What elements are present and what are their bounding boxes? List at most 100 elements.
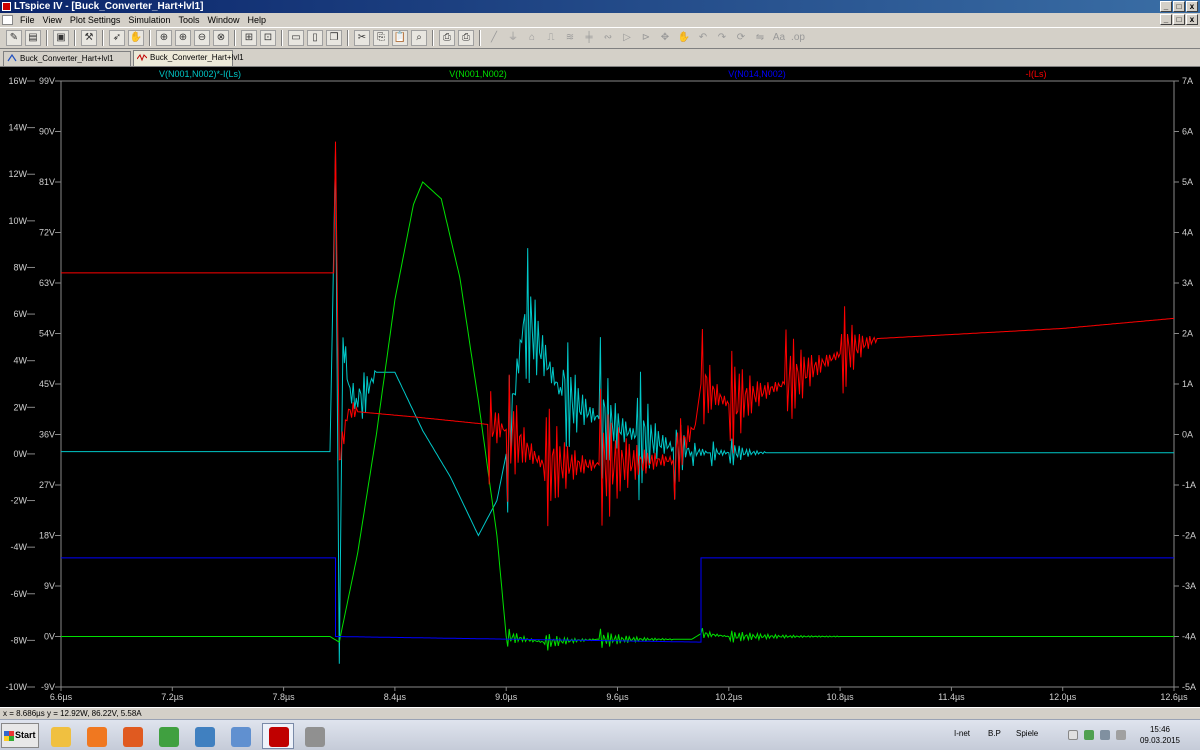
image-viewer-icon xyxy=(231,727,251,747)
y-tick-label-power: 8W xyxy=(14,262,28,272)
trace-label-vdiode[interactable]: V(N001,N002) xyxy=(449,69,507,79)
y-tick-label-voltage: 90V xyxy=(39,127,55,137)
y-tick-label-current: 6A xyxy=(1182,127,1193,137)
copy-icon[interactable]: ⎘ xyxy=(373,30,389,46)
undo-icon[interactable]: ↶ xyxy=(695,30,711,46)
menu-simulation[interactable]: Simulation xyxy=(124,13,174,27)
halt-icon[interactable]: ✋ xyxy=(128,30,144,46)
taskbar-app-image-viewer[interactable] xyxy=(224,723,256,749)
component-library-icon[interactable]: ⊳ xyxy=(638,30,654,46)
zoom-area-icon[interactable]: ⊕ xyxy=(156,30,172,46)
action-center-flag-icon[interactable] xyxy=(1068,730,1078,740)
taskbar-app-ltspice[interactable] xyxy=(262,723,294,749)
doc-close-button[interactable]: x xyxy=(1186,14,1198,25)
toolbar-inet[interactable]: I-net xyxy=(954,729,970,738)
system-clock[interactable]: 15:46 09.03.2015 xyxy=(1140,724,1180,746)
print-setup-icon[interactable]: ⎙ xyxy=(439,30,455,46)
menu-window[interactable]: Window xyxy=(203,13,243,27)
y-tick-label-voltage: 45V xyxy=(39,379,55,389)
redo-icon[interactable]: ↷ xyxy=(714,30,730,46)
autorange-icon[interactable]: ⊞ xyxy=(241,30,257,46)
menu-view[interactable]: View xyxy=(39,13,66,27)
resistor-icon[interactable]: ≋ xyxy=(562,30,578,46)
doc-minimize-button[interactable]: _ xyxy=(1160,14,1172,25)
start-label: Start xyxy=(15,730,36,740)
doc-restore-button[interactable]: □ xyxy=(1173,14,1185,25)
draw-wire-icon[interactable]: ╱ xyxy=(486,30,502,46)
toolbar-spiele[interactable]: Spiele xyxy=(1016,729,1038,738)
x-tick-label: 9.6µs xyxy=(606,692,629,702)
taskbar-app-shield-app[interactable] xyxy=(152,723,184,749)
run-icon[interactable]: ➶ xyxy=(109,30,125,46)
tab-schematic[interactable]: Buck_Converter_Hart+lvl1 xyxy=(3,51,131,66)
control-panel-icon[interactable]: ⚒ xyxy=(81,30,97,46)
minimize-button[interactable]: _ xyxy=(1160,1,1172,12)
trace-label-power[interactable]: V(N001,N002)*-I(Ls) xyxy=(159,69,241,79)
close-button[interactable]: x xyxy=(1186,1,1198,12)
y-tick-label-power: -10W xyxy=(5,682,27,692)
taskbar-app-tools[interactable] xyxy=(298,723,330,749)
ground-icon[interactable]: ⏚ xyxy=(505,30,521,46)
tile-horizontal-icon[interactable]: ▭ xyxy=(288,30,304,46)
capacitor-icon[interactable]: ╪ xyxy=(581,30,597,46)
volume-icon[interactable] xyxy=(1116,730,1126,740)
y-tick-label-voltage: 81V xyxy=(39,177,55,187)
trace-label-current[interactable]: -I(Ls) xyxy=(1026,69,1047,79)
find-icon[interactable]: ⌕ xyxy=(411,30,427,46)
pick-visible-traces-icon[interactable]: ⊡ xyxy=(260,30,276,46)
spice-directive-icon[interactable]: .op xyxy=(790,30,806,46)
cut-icon[interactable]: ✂ xyxy=(354,30,370,46)
trace-label-vgate[interactable]: V(N014,N002) xyxy=(728,69,786,79)
tile-vertical-icon[interactable]: ▯ xyxy=(307,30,323,46)
y-tick-label-voltage: -9V xyxy=(41,682,55,692)
toolbar-separator xyxy=(281,30,283,46)
y-tick-label-voltage: 54V xyxy=(39,329,55,339)
ltspice-icon xyxy=(269,727,289,747)
y-tick-label-current: -5A xyxy=(1182,682,1196,692)
taskbar-app-firefox[interactable] xyxy=(116,723,148,749)
cascade-icon[interactable]: ❐ xyxy=(326,30,342,46)
zoom-fit-icon[interactable]: ⊗ xyxy=(213,30,229,46)
rotate-icon[interactable]: ⟳ xyxy=(733,30,749,46)
tab-waveform[interactable]: Buck_Converter_Hart+lvl1 xyxy=(133,50,244,66)
paste-icon[interactable]: 📋 xyxy=(392,30,408,46)
y-tick-label-current: 2A xyxy=(1182,329,1193,339)
y-tick-label-current: 3A xyxy=(1182,278,1193,288)
menu-tools[interactable]: Tools xyxy=(174,13,203,27)
text-icon[interactable]: Aa xyxy=(771,30,787,46)
menu-help[interactable]: Help xyxy=(243,13,270,27)
maximize-button[interactable]: □ xyxy=(1173,1,1185,12)
remote-desktop-icon xyxy=(195,727,215,747)
drag-icon[interactable]: ✋ xyxy=(676,30,692,46)
zoom-out-icon[interactable]: ⊖ xyxy=(194,30,210,46)
new-schematic-icon[interactable]: ✎ xyxy=(6,30,22,46)
move-icon[interactable]: ✥ xyxy=(657,30,673,46)
y-tick-label-current: -2A xyxy=(1182,531,1196,541)
save-icon[interactable]: ▣ xyxy=(53,30,69,46)
mirror-icon[interactable]: ⇋ xyxy=(752,30,768,46)
toolbar-separator xyxy=(347,30,349,46)
clock-date: 09.03.2015 xyxy=(1139,736,1180,745)
diode-icon[interactable]: ▷ xyxy=(619,30,635,46)
taskbar-app-remote-desktop[interactable] xyxy=(188,723,220,749)
component-icon[interactable]: ⎍ xyxy=(543,30,559,46)
label-net-icon[interactable]: ⌂ xyxy=(524,30,540,46)
menu-plot-settings[interactable]: Plot Settings xyxy=(66,13,125,27)
print-icon[interactable]: ⎙ xyxy=(458,30,474,46)
network-icon[interactable] xyxy=(1084,730,1094,740)
taskbar-app-explorer[interactable] xyxy=(44,723,76,749)
taskbar-app-media-player[interactable] xyxy=(80,723,112,749)
menu-file[interactable]: File xyxy=(16,13,39,27)
zoom-in-icon[interactable]: ⊕ xyxy=(175,30,191,46)
inductor-icon[interactable]: ∾ xyxy=(600,30,616,46)
y-tick-label-power: 0W xyxy=(14,449,28,459)
tray-app-icon[interactable] xyxy=(1100,730,1110,740)
status-bar: x = 8.686µs y = 12.92W, 86.22V, 5.58A xyxy=(0,707,1200,719)
open-folder-icon[interactable]: ▤ xyxy=(25,30,41,46)
x-tick-label: 10.2µs xyxy=(715,692,743,702)
document-menu-icon[interactable] xyxy=(2,15,13,25)
waveform-plot[interactable]: 6.6µs 7.2µs 7.8µs 8.4µs 9.0µs 9.6µs 10.2µs 10.8… xyxy=(0,67,1200,707)
toolbar-bp[interactable]: B.P xyxy=(988,729,1001,738)
explorer-icon xyxy=(51,727,71,747)
start-button[interactable]: Start xyxy=(1,723,39,748)
